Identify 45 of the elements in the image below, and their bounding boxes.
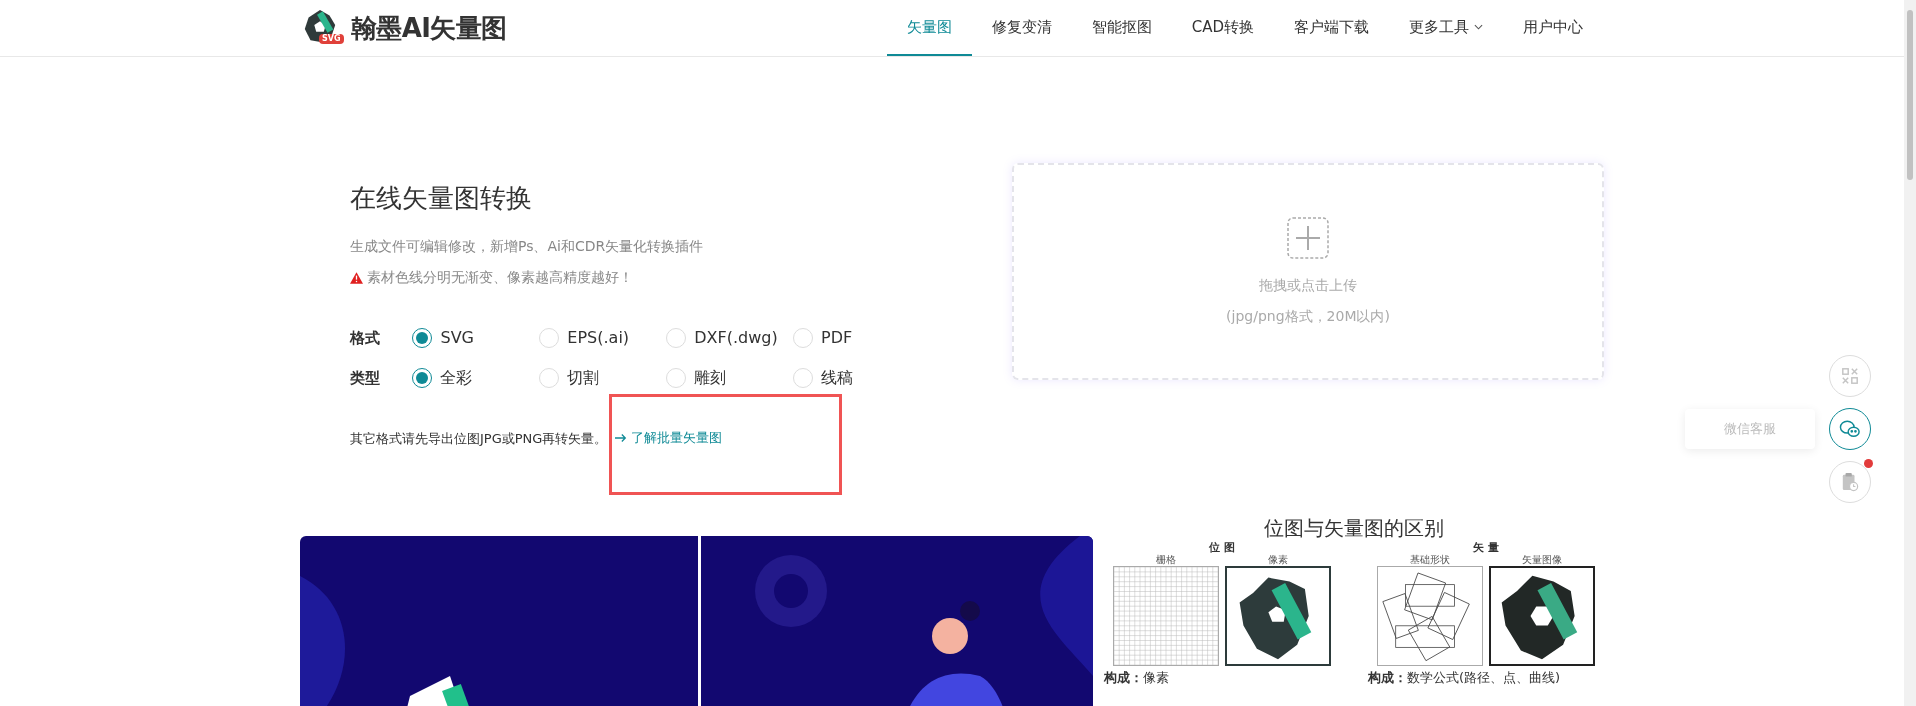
batch-vector-link[interactable]: 了解批量矢量图 <box>615 428 723 448</box>
upload-title: 拖拽或点击上传 <box>1259 275 1357 295</box>
logo-text: 翰墨AI矢量图 <box>351 11 507 45</box>
panel-heading: 矢 量 <box>1473 542 1499 555</box>
radio-option[interactable]: 线稿 <box>793 366 920 390</box>
composition-label: 构成： <box>1368 670 1407 686</box>
image-caption: 像素 <box>1267 554 1289 567</box>
add-icon <box>1287 216 1329 259</box>
nav-link[interactable]: 客户端下载 <box>1274 0 1389 56</box>
chat-icon <box>1839 419 1861 439</box>
warning-icon <box>350 271 363 284</box>
radio-option[interactable]: 雕刻 <box>666 366 794 390</box>
subtitle-text: 生成文件可编辑修改，新增Ps、Ai和CDR矢量化转换插件 <box>350 237 705 256</box>
radio-option[interactable]: PDF <box>793 326 920 350</box>
format-note: 其它格式请先导出位图JPG或PNG再转矢量。 <box>350 430 608 446</box>
logo-badge: SVG <box>319 34 344 44</box>
composition-label: 构成： <box>1104 670 1143 686</box>
nav-link[interactable]: 修复变清 <box>971 0 1072 56</box>
grid-caption: 栅格 <box>1155 554 1177 567</box>
option-label: 类型 <box>350 367 381 389</box>
page-title: 在线矢量图转换 <box>350 182 533 215</box>
nav-link[interactable]: 智能抠图 <box>1071 0 1172 56</box>
clipboard-clock-icon <box>1841 472 1859 492</box>
nav-link[interactable]: 更多工具 <box>1389 0 1503 56</box>
image-caption: 矢量图像 <box>1521 554 1563 567</box>
tooltip: 微信客服 <box>1685 409 1815 449</box>
upload-hint: (jpg/png格式，20M以内) <box>1226 306 1390 326</box>
comparison-title: 位图与矢量图的区别 <box>1264 515 1444 543</box>
radio-option[interactable]: 切割 <box>539 366 667 390</box>
nav-link[interactable]: 用户中心 <box>1503 0 1603 56</box>
option-label: 格式 <box>350 327 381 349</box>
composition-value: 数学公式(路径、点、曲线) <box>1407 670 1561 686</box>
nav-link[interactable]: CAD转换 <box>1171 0 1274 56</box>
composition-value: 像素 <box>1143 670 1169 686</box>
arrow-right-icon <box>615 432 628 443</box>
nav-link[interactable]: 矢量图 <box>886 0 972 56</box>
radio-option[interactable]: EPS(.ai) <box>539 326 667 350</box>
grid-caption: 基础形状 <box>1409 554 1451 567</box>
radio-option[interactable]: SVG <box>412 326 540 350</box>
qr-code-icon <box>1841 367 1859 385</box>
radio-option[interactable]: 全彩 <box>412 366 540 390</box>
panel-heading: 位 图 <box>1209 542 1235 555</box>
side-tool-button[interactable] <box>1829 408 1871 450</box>
radio-option[interactable]: DXF(.dwg) <box>666 326 794 350</box>
warning-text: 素材色线分明无渐变、像素越高精度越好！ <box>367 268 633 287</box>
